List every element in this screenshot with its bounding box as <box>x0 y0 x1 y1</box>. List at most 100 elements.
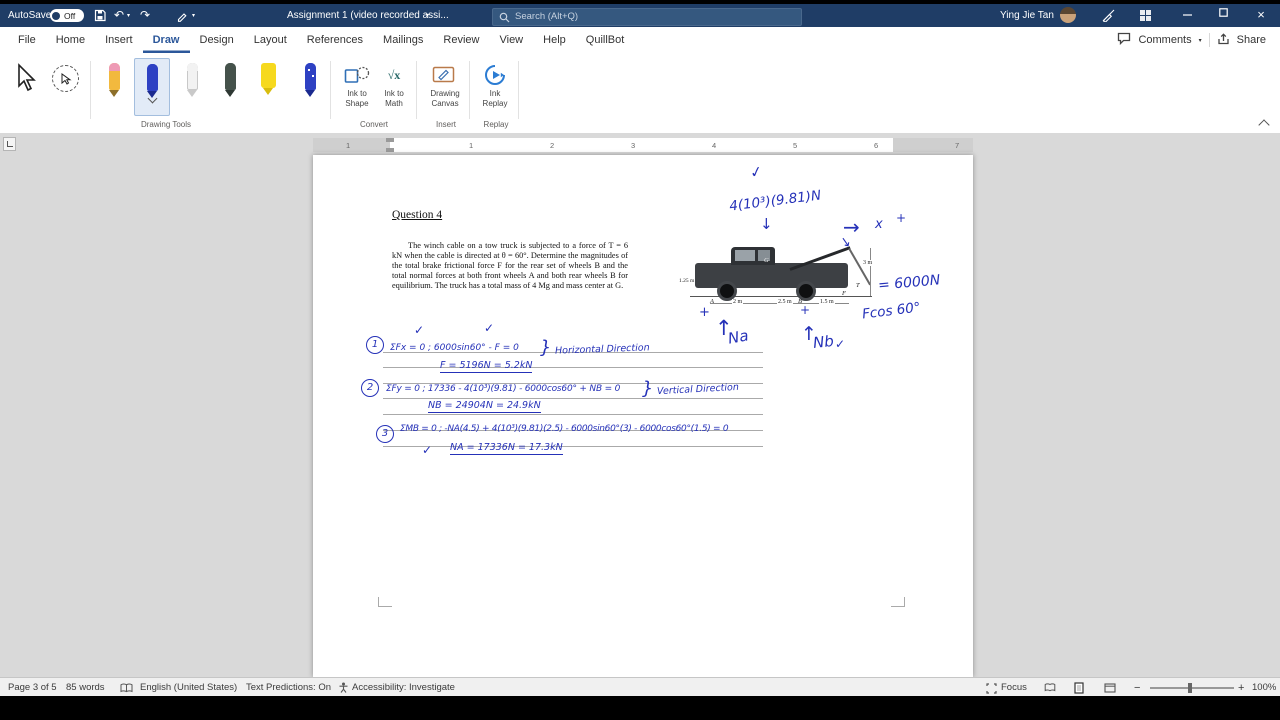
tab-view[interactable]: View <box>489 27 533 53</box>
ink-eq1-note: Horizontal Direction <box>554 342 650 357</box>
ribbon-divider <box>330 61 331 119</box>
drawing-canvas-icon <box>420 61 470 89</box>
user-name[interactable]: Ying Jie Tan <box>1000 10 1054 21</box>
ink-to-math-button[interactable]: √x Ink to Math <box>374 61 414 123</box>
tab-layout[interactable]: Layout <box>244 27 297 53</box>
document-page[interactable]: Question 4 The winch cable on a tow truc… <box>313 155 973 677</box>
editing-pen-icon[interactable] <box>1102 9 1115 25</box>
ink-checkmark: ✓ <box>748 161 765 183</box>
quick-access-pen-icon[interactable] <box>176 9 189 25</box>
drawing-canvas-label-1: Drawing <box>430 89 460 98</box>
proofing-book-icon[interactable] <box>120 683 133 696</box>
tab-draw[interactable]: Draw <box>143 27 190 53</box>
group-label-insert: Insert <box>435 120 456 129</box>
search-box[interactable]: Search (Alt+Q) <box>492 8 802 26</box>
ink-eq3-number: 3 <box>376 425 394 443</box>
menubar-divider <box>1208 33 1210 47</box>
action-pen-tool-blue[interactable] <box>292 58 328 116</box>
accessibility-status[interactable]: Accessibility: Investigate <box>352 682 455 693</box>
horizontal-ruler[interactable]: 1 1 2 3 4 5 6 7 <box>313 138 973 152</box>
ink-plus-sign: + <box>699 305 710 320</box>
tab-insert[interactable]: Insert <box>95 27 143 53</box>
tab-design[interactable]: Design <box>190 27 244 53</box>
maximize-button[interactable] <box>1208 4 1238 27</box>
save-icon[interactable] <box>94 9 106 25</box>
ribbon-divider <box>518 61 519 119</box>
ink-checkmark: ✓ <box>422 443 433 457</box>
highlighter-tool-yellow[interactable] <box>250 58 286 116</box>
document-title[interactable]: Assignment 1 (video recorded assi... <box>287 10 449 21</box>
redo-icon[interactable]: ↷ <box>140 8 150 22</box>
dim-label-25m: 2.5 m <box>777 299 793 305</box>
ruler-number: 4 <box>712 141 717 150</box>
close-button[interactable]: × <box>1246 4 1276 27</box>
right-dim-line <box>870 248 871 296</box>
ink-plus-sign: + <box>800 303 811 317</box>
ink-eq2-result: NB = 24904N = 24.9kN <box>428 400 541 413</box>
user-avatar[interactable] <box>1060 7 1076 23</box>
undo-dropdown-caret[interactable]: ▾ <box>127 12 130 19</box>
select-tool-icon[interactable] <box>14 63 38 98</box>
drawing-canvas-label-2: Canvas <box>431 99 459 108</box>
tab-stop-selector[interactable] <box>3 137 16 151</box>
ink-eq1-result: F = 5196N = 5.2kN <box>440 360 533 373</box>
pen-tool-blue-selected[interactable] <box>134 58 170 116</box>
tab-quillbot[interactable]: QuillBot <box>576 27 635 53</box>
ruler-number: 2 <box>550 141 555 150</box>
tab-file[interactable]: File <box>8 27 46 53</box>
tab-review[interactable]: Review <box>433 27 489 53</box>
ink-replay-button[interactable]: Ink Replay <box>472 61 518 123</box>
ink-to-math-label-1: Ink to <box>384 89 404 98</box>
ribbon-tab-bar: File Home Insert Draw Design Layout Refe… <box>0 27 1280 53</box>
search-placeholder: Search (Alt+Q) <box>515 11 579 22</box>
web-layout-icon[interactable] <box>1104 683 1116 696</box>
collapse-ribbon-chevron[interactable] <box>1258 119 1270 131</box>
zoom-out-button[interactable]: − <box>1134 682 1140 694</box>
tab-home[interactable]: Home <box>46 27 95 53</box>
ink-eq2: ΣFy = 0 ; 17336 - 4(10³)(9.81) - 6000cos… <box>386 384 621 394</box>
comments-caret[interactable]: ▾ <box>1199 37 1202 44</box>
tab-references[interactable]: References <box>297 27 373 53</box>
minimize-button[interactable] <box>1172 4 1202 27</box>
zoom-slider-thumb[interactable] <box>1188 683 1192 693</box>
ruler-number: 7 <box>955 141 960 150</box>
point-label-g: G <box>764 257 769 264</box>
focus-button[interactable]: Focus <box>1001 682 1027 693</box>
autosave-toggle[interactable]: Off <box>50 9 84 22</box>
accessibility-icon <box>338 682 349 696</box>
pen-tool-white[interactable] <box>174 58 210 116</box>
first-line-indent-marker[interactable] <box>386 138 394 142</box>
point-label-t: T <box>856 282 860 289</box>
tab-mailings[interactable]: Mailings <box>373 27 433 53</box>
lasso-select-icon[interactable] <box>52 65 79 92</box>
read-mode-icon[interactable] <box>1044 683 1056 695</box>
print-layout-icon[interactable] <box>1074 682 1084 697</box>
point-label-f: F <box>842 290 846 297</box>
focus-icon <box>986 683 997 697</box>
answer-line <box>383 398 763 399</box>
language-status[interactable]: English (United States) <box>140 682 237 693</box>
ink-eq1-number: 1 <box>366 336 384 354</box>
zoom-in-button[interactable]: + <box>1238 682 1244 694</box>
ink-eq3: ΣMB = 0 ; -NA(4.5) + 4(10³)(9.81)(2.5) -… <box>400 424 729 434</box>
pen-tool-dark-gray[interactable] <box>212 58 248 116</box>
search-icon <box>499 12 510 26</box>
zoom-level[interactable]: 100% <box>1252 682 1276 693</box>
quick-access-caret[interactable]: ▾ <box>192 12 195 19</box>
drawing-canvas-button[interactable]: Drawing Canvas <box>420 61 470 123</box>
hanging-indent-marker[interactable] <box>386 148 394 152</box>
apps-grid-icon[interactable] <box>1140 10 1151 21</box>
ink-weight-label: 4(10³)(9.81)N <box>728 187 823 215</box>
share-button[interactable]: Share <box>1237 34 1266 46</box>
text-predictions-status[interactable]: Text Predictions: On <box>246 682 331 693</box>
page-status[interactable]: Page 3 of 5 <box>8 682 57 693</box>
pen-tool-amber[interactable] <box>96 58 132 116</box>
undo-icon[interactable]: ↶ <box>114 8 124 22</box>
comments-button[interactable]: Comments <box>1138 34 1191 46</box>
problem-statement: The winch cable on a tow truck is subjec… <box>392 241 628 290</box>
ruler-text-area <box>390 138 893 152</box>
zoom-slider-track[interactable] <box>1150 687 1234 689</box>
title-dropdown-caret[interactable]: ▾ <box>426 12 429 19</box>
word-count[interactable]: 85 words <box>66 682 105 693</box>
tab-help[interactable]: Help <box>533 27 576 53</box>
